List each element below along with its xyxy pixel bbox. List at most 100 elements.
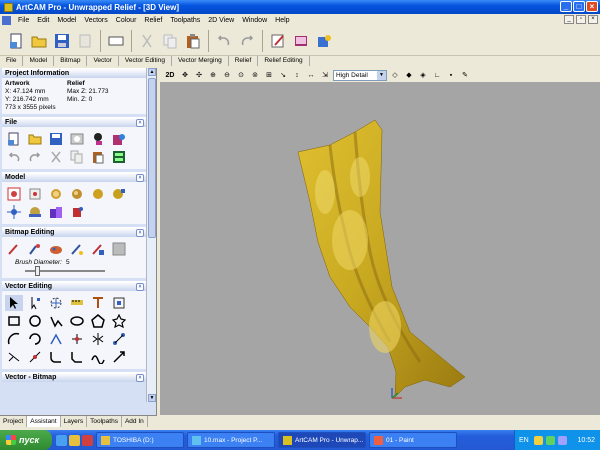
tab-relief[interactable]: Relief [229,56,259,66]
zoom-in-icon[interactable]: ⊕ [207,69,219,81]
chevron-down-icon[interactable]: ▼ [377,70,386,80]
break-tool-icon[interactable] [26,349,44,365]
collapse-icon[interactable]: ˄ [136,174,144,182]
node-edit-icon[interactable] [26,295,44,311]
new-file-icon[interactable] [6,31,26,51]
tab-vector-editing[interactable]: Vector Editing [119,56,172,66]
brush-diameter-slider[interactable] [25,266,105,276]
undo-icon[interactable] [5,149,23,165]
help-book-icon[interactable] [110,131,128,147]
menu-window[interactable]: Window [238,17,271,24]
menu-colour[interactable]: Colour [112,17,141,24]
save-model-icon[interactable] [47,131,65,147]
tab-model[interactable]: Model [23,56,55,66]
bitmap-editing-header[interactable]: Bitmap Editing ˄ [2,227,146,237]
render-mode-icon[interactable]: ◇ [389,69,401,81]
redo-icon[interactable] [26,149,44,165]
view-right-icon[interactable]: ⇲ [319,69,331,81]
cut-icon[interactable] [47,149,65,165]
start-button[interactable]: пуск [0,430,52,450]
tray-icon[interactable] [533,435,543,445]
paint-brush-icon[interactable] [5,241,23,257]
model-lion-icon[interactable] [47,186,65,202]
measure-icon[interactable] [68,295,86,311]
scroll-thumb[interactable] [148,78,156,238]
doc-minimize-button[interactable]: _ [564,15,574,24]
rotate-icon[interactable]: ✣ [193,69,205,81]
tab-add-in[interactable]: Add In [122,416,148,427]
material-icon[interactable]: ▪ [445,69,457,81]
copy-icon[interactable] [68,149,86,165]
media-icon[interactable] [82,434,93,446]
detail-level-select[interactable]: High Detail ▼ [333,69,387,81]
zoom-fit-icon[interactable]: ⊚ [249,69,261,81]
model-section-header[interactable]: Model ˄ [2,172,146,182]
view-side-icon[interactable]: ↔ [305,69,317,81]
model-origin-icon[interactable] [26,186,44,202]
panel-scrollbar[interactable]: ▲ ▼ [146,68,156,402]
artcam-app-icon[interactable] [4,2,13,12]
vector-bitmap-header[interactable]: Vector - Bitmap ˄ [2,372,146,382]
vector-editing-header[interactable]: Vector Editing ˄ [2,281,146,291]
disabled-tool-icon[interactable] [75,31,95,51]
polyline-tool-icon[interactable] [47,313,65,329]
language-indicator[interactable]: EN [519,437,529,444]
wizard-icon[interactable] [89,131,107,147]
smooth-colour-icon[interactable] [89,241,107,257]
star-tool-icon[interactable] [110,313,128,329]
model-lion-alt-icon[interactable] [68,186,86,202]
tab-layers[interactable]: Layers [61,416,88,427]
model-center-icon[interactable] [5,204,23,220]
document-icon[interactable] [2,15,11,25]
doc-restore-button[interactable]: ▫ [576,15,586,24]
tab-toolpaths[interactable]: Toolpaths [87,416,122,427]
tab-vector-merging[interactable]: Vector Merging [172,56,229,66]
chamfer-tool-icon[interactable] [68,349,86,365]
transform-icon[interactable] [47,295,65,311]
model-size-icon[interactable] [5,186,23,202]
calculator-icon[interactable] [110,149,128,165]
tab-vector[interactable]: Vector [87,56,119,66]
model-lion-blue-icon[interactable] [26,204,44,220]
ie-icon[interactable] [56,434,67,446]
fill-colour-icon[interactable] [47,241,65,257]
minimize-button[interactable]: _ [560,1,572,12]
copy-icon[interactable] [160,31,180,51]
view-top-icon[interactable]: ↕ [291,69,303,81]
colour-swatch-icon[interactable] [110,241,128,257]
menu-relief[interactable]: Relief [140,17,166,24]
task-toshiba-drive[interactable]: TOSHIBA (D:) [96,432,184,448]
scroll-down-icon[interactable]: ▼ [148,394,156,402]
book-icon[interactable] [291,31,311,51]
select-arrow-icon[interactable] [5,295,23,311]
close-button[interactable]: × [586,1,598,12]
smooth-tool-icon[interactable] [89,349,107,365]
tab-project[interactable]: Project [0,416,28,427]
menu-help[interactable]: Help [271,17,293,24]
curve-tool-icon[interactable] [26,331,44,347]
task-project-file[interactable]: 10.max - Project P... [187,432,275,448]
project-info-header[interactable]: Project Information [2,68,146,78]
paste-icon[interactable] [89,149,107,165]
tray-icon[interactable] [545,435,555,445]
mirror-tool-icon[interactable] [89,331,107,347]
3d-viewport[interactable] [160,82,600,415]
slider-knob[interactable] [35,266,40,276]
collapse-icon[interactable]: ˄ [136,374,144,382]
model-relief-copy-icon[interactable] [110,186,128,202]
redo-icon[interactable] [237,31,257,51]
tab-bitmap[interactable]: Bitmap [54,56,88,66]
arc-tool-icon[interactable] [5,331,23,347]
ellipse-tool-icon[interactable] [68,313,86,329]
settings-wizard-icon[interactable] [314,31,334,51]
fillet-tool-icon[interactable] [47,349,65,365]
shaded-mode-icon[interactable]: ◆ [403,69,415,81]
zoom-out-icon[interactable]: ⊖ [221,69,233,81]
view-front-icon[interactable]: ↘ [277,69,289,81]
tab-assistant[interactable]: Assistant [27,416,61,427]
maximize-button[interactable]: □ [573,1,585,12]
model-relief-icon[interactable] [89,186,107,202]
model-3d-icon[interactable] [68,204,86,220]
menu-toolpaths[interactable]: Toolpaths [166,17,204,24]
tab-relief-editing[interactable]: Relief Editing [258,56,310,66]
